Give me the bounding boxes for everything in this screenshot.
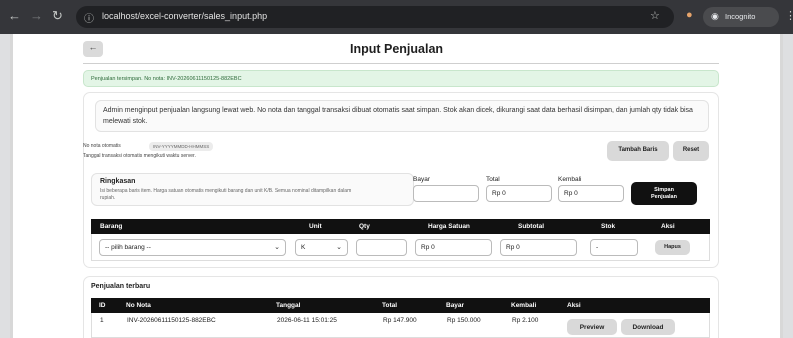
stok-field: -: [590, 239, 638, 256]
nota-label: No nota otomatis: [83, 143, 121, 149]
subtotal-field: Rp 0: [500, 239, 577, 256]
col-aksi: Aksi: [661, 223, 675, 230]
download-button[interactable]: Download: [621, 319, 675, 335]
chevron-down-icon: ⌄: [274, 244, 280, 251]
browser-toolbar: ← → ↻ ⓘ localhost/excel-converter/sales_…: [0, 0, 793, 34]
col-subtotal: Subtotal: [518, 223, 544, 230]
kembali-field: Rp 0: [558, 185, 624, 202]
col-aksi-recent: Aksi: [567, 302, 581, 309]
barang-select-value: -- pilih barang --: [105, 244, 151, 251]
unit-select[interactable]: K ⌄: [295, 239, 348, 256]
qty-input[interactable]: [356, 239, 407, 256]
address-bar[interactable]: ⓘ localhost/excel-converter/sales_input.…: [76, 6, 674, 28]
summary-box: Ringkasan Isi beberapa baris item. Harga…: [91, 173, 414, 206]
preview-button[interactable]: Preview: [567, 319, 617, 335]
forward-arrow-icon[interactable]: →: [30, 8, 43, 23]
bookmark-star-icon[interactable]: ☆: [650, 9, 660, 22]
summary-heading: Ringkasan: [100, 178, 136, 185]
menu-kebab-icon[interactable]: ⋮: [785, 9, 793, 22]
total-label: Total: [486, 176, 500, 183]
right-edge-shadow: [780, 34, 783, 338]
row-id: 1: [100, 317, 104, 324]
incognito-badge[interactable]: ◉ Incognito: [703, 7, 779, 27]
save-sale-button[interactable]: Simpan Penjualan: [631, 182, 697, 205]
success-alert: Penjualan tersimpan. No nota: INV-202606…: [83, 70, 719, 87]
info-text: Admin menginput penjualan langsung lewat…: [103, 107, 693, 125]
summary-desc: Isi beberapa baris item. Harga satuan ot…: [100, 188, 352, 201]
row-total: Rp 147.900: [383, 317, 417, 324]
col-id: ID: [99, 302, 106, 309]
reset-button[interactable]: Reset: [673, 141, 709, 161]
col-stok: Stok: [601, 223, 616, 230]
col-bayar: Bayar: [446, 302, 465, 309]
kembali-label: Kembali: [558, 176, 582, 183]
chevron-down-icon: ⌄: [336, 244, 342, 251]
harga-field: Rp 0: [415, 239, 492, 256]
col-unit: Unit: [309, 223, 322, 230]
table-row: 1 INV-20260611150125-882EBC 2026-06-11 1…: [91, 313, 710, 338]
recent-table-header: ID No Nota Tanggal Total Bayar Kembali A…: [91, 298, 710, 313]
row-tanggal: 2026-06-11 15:01:25: [277, 317, 337, 324]
date-note: Tanggal transaksi otomatis mengikuti wak…: [83, 153, 196, 159]
col-barang: Barang: [100, 223, 123, 230]
title-divider: [83, 63, 719, 64]
back-arrow-icon[interactable]: ←: [8, 8, 21, 23]
items-table-header: Barang Unit Qty Harga Satuan Subtotal St…: [91, 219, 710, 234]
page-title: Input Penjualan: [349, 42, 444, 56]
col-harga: Harga Satuan: [428, 223, 470, 230]
page-content: ← Input Penjualan Penjualan tersimpan. N…: [10, 34, 783, 338]
bayar-input[interactable]: [413, 185, 479, 202]
incognito-icon: ◉: [711, 11, 719, 21]
delete-row-button[interactable]: Hapus: [655, 240, 690, 255]
unit-select-value: K: [301, 244, 306, 251]
left-edge-shadow: [10, 34, 13, 338]
col-kembali: Kembali: [511, 302, 537, 309]
reload-icon[interactable]: ↻: [52, 8, 63, 24]
nota-pattern-chip: INV-YYYYMMDD-HHMMSS: [149, 142, 214, 151]
row-bayar: Rp 150.000: [447, 317, 481, 324]
info-box: Admin menginput penjualan langsung lewat…: [95, 100, 709, 132]
bayar-label: Bayar: [413, 176, 430, 183]
extension-icon[interactable]: ●: [686, 9, 693, 21]
add-row-button[interactable]: Tambah Baris: [607, 141, 669, 161]
save-label-line2: Penjualan: [651, 193, 677, 200]
recent-heading: Penjualan terbaru: [91, 283, 151, 290]
total-field: Rp 0: [486, 185, 552, 202]
col-tanggal: Tanggal: [276, 302, 301, 309]
site-info-icon[interactable]: ⓘ: [84, 10, 94, 25]
incognito-label: Incognito: [725, 12, 756, 21]
url-text: localhost/excel-converter/sales_input.ph…: [102, 11, 268, 21]
col-total: Total: [382, 302, 398, 309]
barang-select[interactable]: -- pilih barang -- ⌄: [99, 239, 286, 256]
row-nota: INV-20260611150125-882EBC: [127, 317, 216, 324]
col-no-nota: No Nota: [126, 302, 151, 309]
col-qty: Qty: [359, 223, 370, 230]
row-kembali: Rp 2.100: [512, 317, 539, 324]
